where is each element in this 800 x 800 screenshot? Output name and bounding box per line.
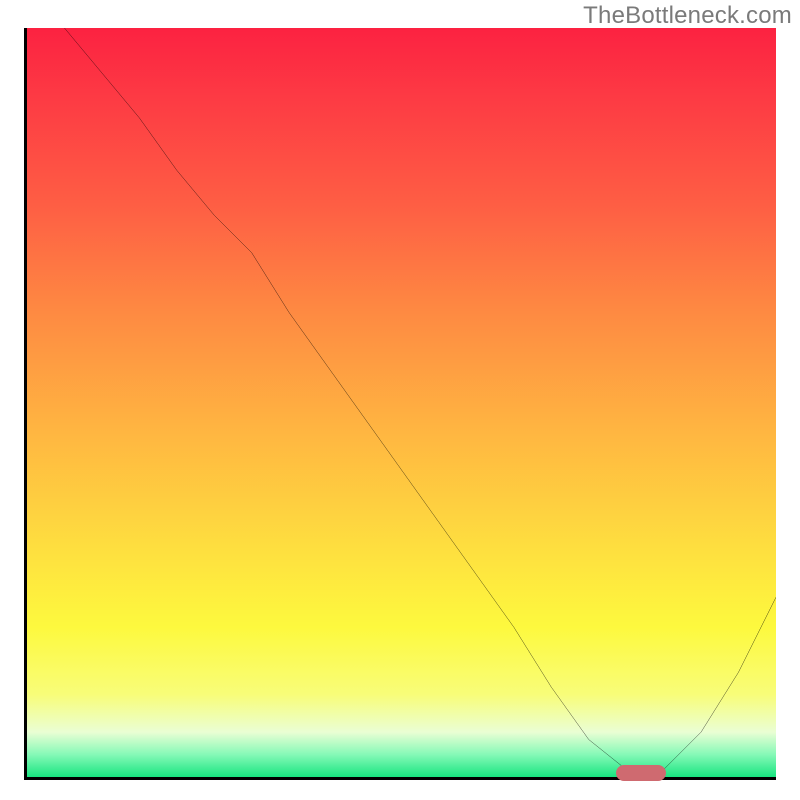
- bottleneck-curve-path: [64, 28, 776, 770]
- plot-frame: [24, 28, 776, 780]
- chart-container: TheBottleneck.com: [0, 0, 800, 800]
- optimal-point-marker: [616, 765, 666, 781]
- watermark-text: TheBottleneck.com: [583, 2, 792, 30]
- curve-svg: [27, 28, 776, 777]
